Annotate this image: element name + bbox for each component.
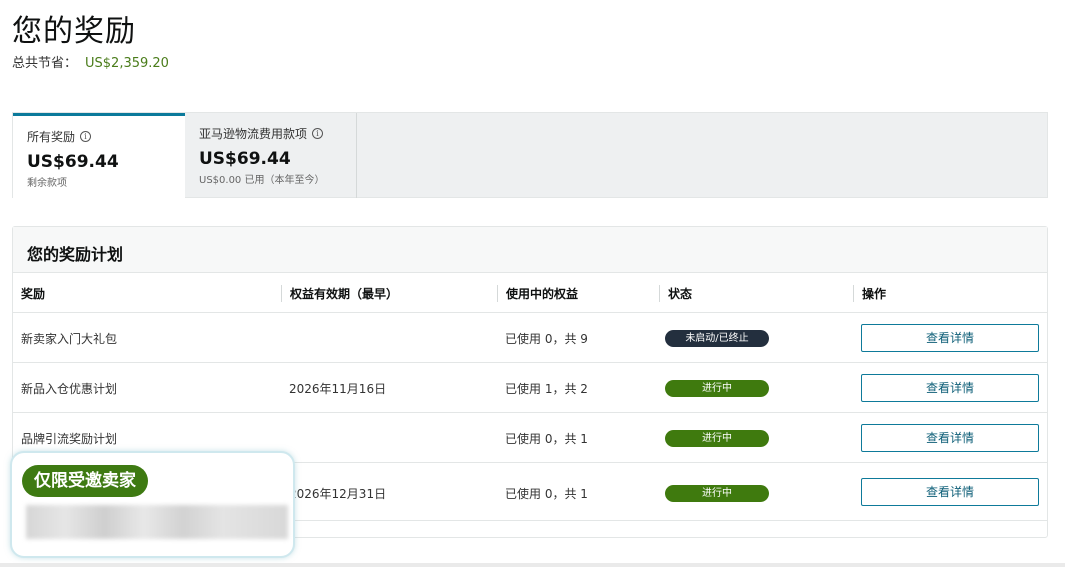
view-details-button[interactable]: 查看详情 — [861, 478, 1039, 506]
status-badge: 进行中 — [665, 485, 769, 502]
reward-tabs: 所有奖励 i US$69.44 剩余款项 亚马逊物流费用款项 i US$69.4… — [12, 112, 1048, 198]
view-details-button[interactable]: 查看详情 — [861, 324, 1039, 352]
table-row: 新品入仓优惠计划 2026年11月16日 已使用 1，共 2 进行中 查看详情 — [13, 363, 1047, 413]
savings-amount: US$2,359.20 — [85, 56, 169, 71]
info-icon[interactable]: i — [312, 128, 324, 139]
view-details-button[interactable]: 查看详情 — [861, 424, 1039, 452]
bottom-divider — [0, 563, 1065, 567]
reward-usage: 已使用 0，共 1 — [505, 432, 588, 446]
tab-fba-fee-credits[interactable]: 亚马逊物流费用款项 i US$69.44 US$0.00 已用（本年至今） — [185, 113, 357, 198]
tab-sub: US$0.00 已用（本年至今） — [199, 175, 325, 186]
tab-all-rewards[interactable]: 所有奖励 i US$69.44 剩余款项 — [13, 113, 185, 198]
tab-amount: US$69.44 — [199, 149, 291, 169]
total-savings: 总共节省： US$2,359.20 — [12, 52, 169, 71]
reward-expiry: 2026年12月31日 — [289, 487, 387, 501]
reward-usage: 已使用 0，共 1 — [505, 487, 588, 501]
reward-usage: 已使用 1，共 2 — [505, 382, 588, 396]
status-badge: 进行中 — [665, 430, 769, 447]
savings-label: 总共节省： — [12, 56, 78, 71]
column-header-status: 状态 — [659, 285, 692, 302]
view-details-button[interactable]: 查看详情 — [861, 374, 1039, 402]
invite-only-callout: 仅限受邀卖家 — [10, 451, 295, 558]
invite-only-badge: 仅限受邀卖家 — [22, 465, 148, 497]
tab-sub: 剩余款项 — [27, 178, 67, 189]
tab-amount: US$69.44 — [27, 152, 119, 172]
tab-label: 所有奖励 — [27, 130, 76, 144]
reward-expiry: 2026年11月16日 — [289, 382, 387, 396]
column-header-action: 操作 — [853, 285, 886, 302]
tab-label: 亚马逊物流费用款项 — [199, 127, 308, 141]
reward-name: 品牌引流奖励计划 — [21, 432, 118, 446]
reward-name: 新卖家入门大礼包 — [21, 332, 118, 346]
page-title: 您的奖励 — [12, 14, 136, 49]
column-header-usage: 使用中的权益 — [497, 285, 578, 302]
info-icon[interactable]: i — [80, 131, 92, 142]
table-row: 新卖家入门大礼包 已使用 0，共 9 未启动/已终止 查看详情 — [13, 313, 1047, 363]
section-heading: 您的奖励计划 — [13, 227, 1047, 273]
reward-usage: 已使用 0，共 9 — [505, 332, 588, 346]
table-header: 奖励 权益有效期（最早） 使用中的权益 状态 操作 — [13, 273, 1047, 313]
status-badge: 进行中 — [665, 380, 769, 397]
column-header-reward: 奖励 — [21, 287, 46, 301]
status-badge: 未启动/已终止 — [665, 330, 769, 347]
column-header-expiry: 权益有效期（最早） — [281, 285, 398, 302]
blurred-redaction — [26, 505, 288, 539]
reward-name: 新品入仓优惠计划 — [21, 382, 118, 396]
